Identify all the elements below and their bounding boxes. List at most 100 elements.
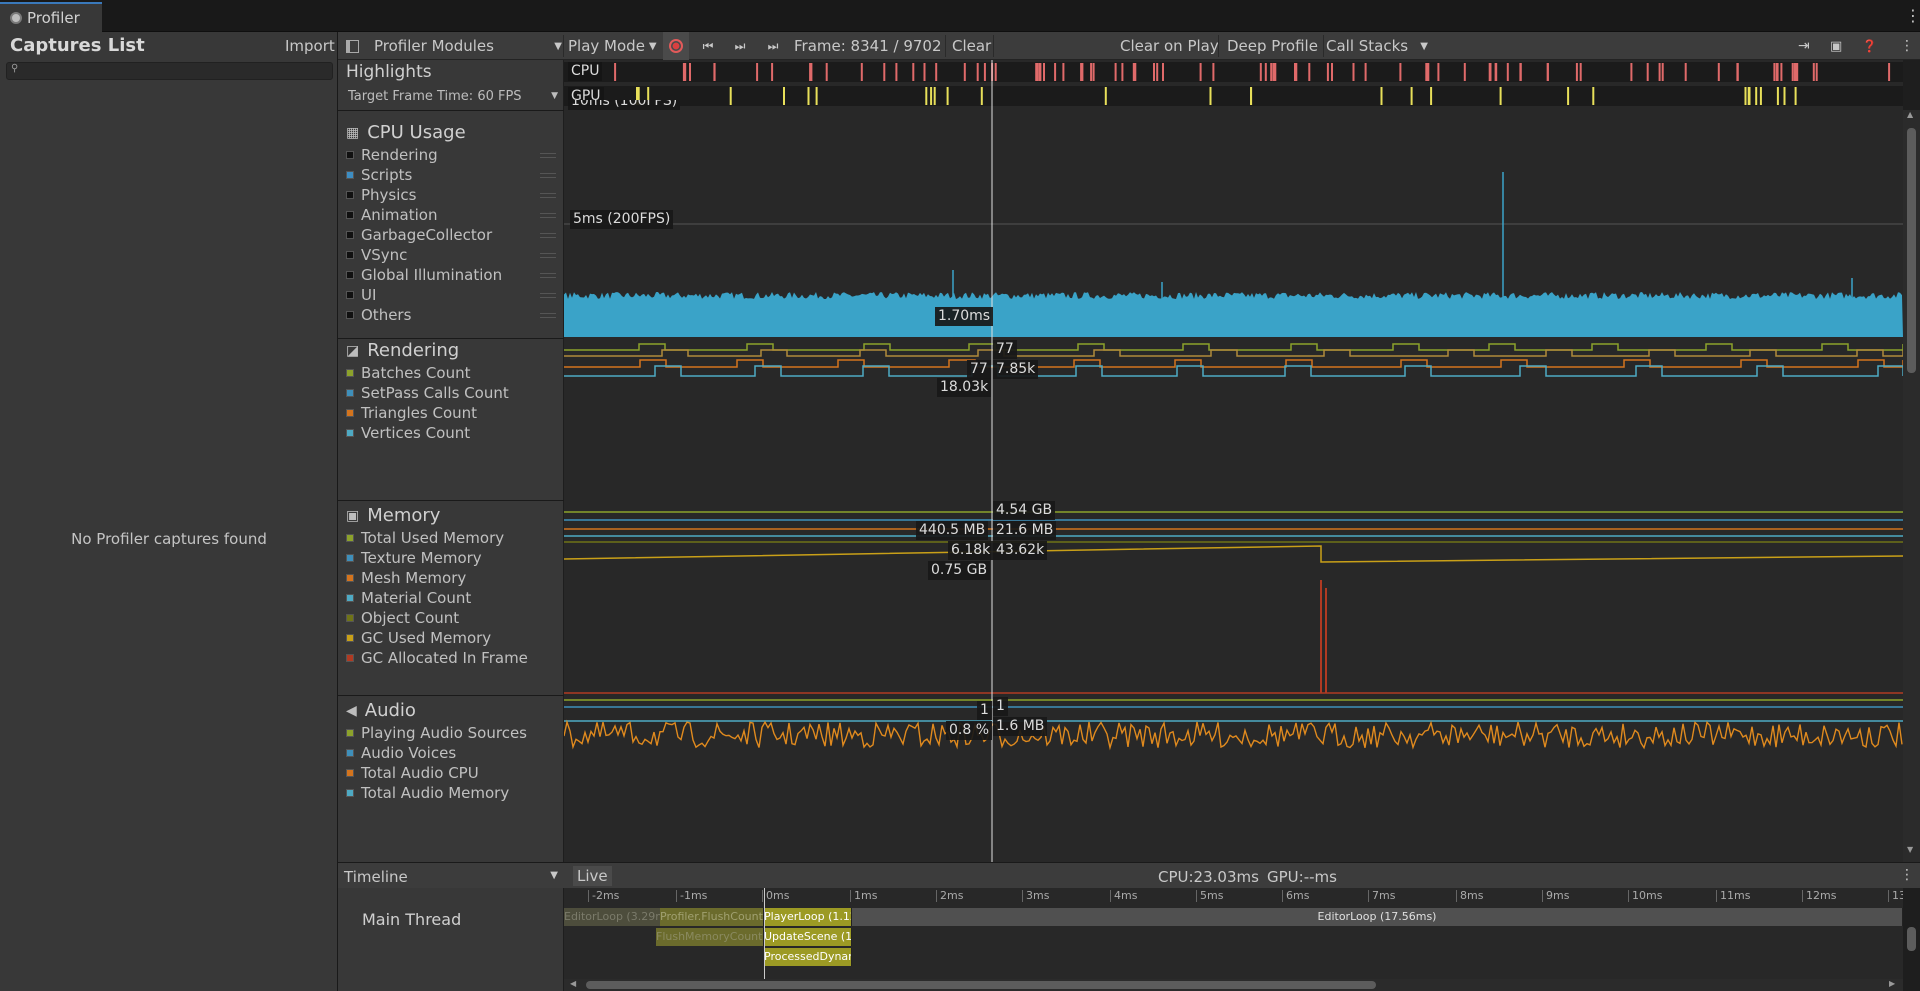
timeline-tick: 6ms — [1282, 890, 1309, 902]
main-thread-label[interactable]: Main Thread — [362, 910, 461, 929]
cpu-highlight-mark — [1815, 63, 1818, 81]
cpu-highlight-mark — [713, 63, 716, 81]
load-capture-icon[interactable]: ⇥ — [1798, 32, 1810, 60]
gpu-highlight-mark — [729, 87, 732, 105]
cpu-highlight-mark — [1114, 63, 1117, 81]
drag-handle-icon[interactable] — [540, 213, 556, 218]
drag-handle-icon[interactable] — [540, 313, 556, 318]
profiler-chart-area[interactable]: CPU GPU 10ms (100FPS) 5ms (200FPS) 1.70m… — [564, 60, 1903, 862]
legend-item[interactable]: Physics — [346, 185, 416, 205]
profiler-tab[interactable]: Profiler — [0, 2, 102, 32]
legend-item[interactable]: UI — [346, 285, 376, 305]
legend-item[interactable]: Audio Voices — [346, 743, 456, 763]
legend-item[interactable]: Mesh Memory — [346, 568, 466, 588]
scroll-up-arrow[interactable]: ▲ — [1907, 110, 1913, 119]
horizontal-scrollbar-thumb[interactable] — [586, 981, 1376, 989]
legend-item[interactable]: Scripts — [346, 165, 412, 185]
profiler-modules-dropdown[interactable]: Profiler Modules ▼ — [374, 32, 562, 60]
drag-handle-icon[interactable] — [540, 193, 556, 198]
memory-icon: ▣ — [346, 507, 360, 524]
drag-handle-icon[interactable] — [540, 153, 556, 158]
scroll-right-arrow[interactable]: ▶ — [1889, 979, 1895, 988]
record-button[interactable] — [663, 32, 689, 60]
play-mode-dropdown[interactable]: Play Mode ▼ — [568, 32, 658, 60]
cpu-highlight-mark — [1199, 63, 1202, 81]
legend-item[interactable]: GarbageCollector — [346, 225, 492, 245]
legend-item[interactable]: Triangles Count — [346, 403, 477, 423]
timeline-menu-icon[interactable]: ⋮ — [1900, 867, 1914, 883]
drag-handle-icon[interactable] — [540, 293, 556, 298]
legend-item[interactable]: Vertices Count — [346, 423, 470, 443]
call-stacks-dropdown[interactable]: Call Stacks ▼ — [1326, 32, 1428, 60]
drag-handle-icon[interactable] — [540, 233, 556, 238]
vertical-scrollbar[interactable]: ▲ ▼ — [1903, 110, 1920, 862]
window-menu-icon[interactable]: ⋮ — [1900, 32, 1914, 60]
horizontal-scrollbar[interactable]: ◀ ▶ — [564, 979, 1903, 991]
legend-item[interactable]: Object Count — [346, 608, 459, 628]
current-frame-button[interactable]: ⏭ — [762, 32, 784, 60]
cpu-track-label: CPU — [568, 62, 603, 81]
scroll-down-arrow[interactable]: ▼ — [1907, 845, 1913, 854]
timeline-sample-bar[interactable]: EditorLoop (3.29ms) — [564, 908, 664, 926]
drag-handle-icon[interactable] — [540, 173, 556, 178]
sidebar-toggle-icon[interactable] — [346, 32, 360, 60]
memory-texture-label: 440.5 MB — [916, 521, 989, 540]
timeline-sample-bar[interactable]: PlayerLoop (1.12ms) — [764, 908, 852, 926]
legend-item[interactable]: Texture Memory — [346, 548, 482, 568]
drag-handle-icon[interactable] — [540, 273, 556, 278]
scroll-left-arrow[interactable]: ◀ — [570, 979, 576, 988]
view-mode-dropdown[interactable]: Timeline ▼ — [344, 868, 558, 886]
legend-item[interactable]: SetPass Calls Count — [346, 383, 509, 403]
audio-memory-label: 1.6 MB — [993, 717, 1048, 736]
target-frame-dropdown[interactable]: Target Frame Time: 60 FPS ▼ — [348, 89, 558, 104]
legend-label: Others — [361, 306, 412, 324]
module-header-0[interactable]: ▦ CPU Usage — [346, 122, 466, 143]
module-header-1[interactable]: ◪ Rendering — [346, 340, 459, 361]
timeline-sample-bar[interactable]: EditorLoop (17.56ms) — [852, 908, 1903, 926]
timeline-tick: 4ms — [1110, 890, 1137, 902]
legend-label: Batches Count — [361, 364, 471, 382]
play-mode-label: Play Mode — [568, 37, 645, 55]
timeline-sample-bar[interactable]: FlushMemoryCounters — [656, 928, 764, 946]
more-menu-icon[interactable]: ⋮ — [1905, 6, 1920, 25]
cpu-highlight-mark — [912, 63, 915, 81]
timeline-sample-bar[interactable]: ProcessedDynan — [764, 948, 852, 966]
legend-item[interactable]: GC Used Memory — [346, 628, 491, 648]
legend-item[interactable]: Others — [346, 305, 411, 325]
next-frame-button[interactable]: ⏭ — [730, 32, 750, 60]
legend-item[interactable]: Rendering — [346, 145, 438, 165]
legend-swatch — [346, 311, 354, 319]
cpu-highlight-mark — [689, 63, 691, 81]
legend-item[interactable]: Total Audio CPU — [346, 763, 479, 783]
live-toggle[interactable]: Live — [573, 866, 612, 886]
module-header-3[interactable]: ◀ Audio — [346, 700, 416, 721]
legend-item[interactable]: GC Allocated In Frame — [346, 648, 528, 668]
help-icon[interactable]: ❓ — [1862, 32, 1877, 60]
timeline-area[interactable]: -2ms -1ms 0ms 1ms 2ms 3ms 4ms 5ms 6ms 7ms 8ms 9ms 10… — [564, 888, 1903, 979]
timeline-vscroll-thumb[interactable] — [1907, 927, 1916, 951]
legend-item[interactable]: Animation — [346, 205, 437, 225]
gpu-highlight-mark — [1209, 87, 1212, 105]
import-button[interactable]: Import — [285, 37, 335, 55]
deep-profile-button[interactable]: Deep Profile — [1227, 32, 1318, 60]
legend-item[interactable]: Global Illumination — [346, 265, 502, 285]
clear-on-play-button[interactable]: Clear on Play — [1120, 32, 1219, 60]
clear-button[interactable]: Clear — [952, 32, 991, 60]
timeline-sample-bar[interactable]: UpdateScene (1.12ms) — [764, 928, 852, 946]
module-header-2[interactable]: ▣ Memory — [346, 505, 440, 526]
timeline-sample-bar[interactable]: Profiler.FlushCounters (1. — [660, 908, 764, 926]
legend-swatch — [346, 789, 354, 797]
legend-item[interactable]: Total Used Memory — [346, 528, 504, 548]
captures-search-input[interactable]: ⚲ — [6, 62, 333, 80]
gpu-highlight-mark — [1380, 87, 1383, 105]
legend-item[interactable]: Batches Count — [346, 363, 470, 383]
drag-handle-icon[interactable] — [540, 253, 556, 258]
previous-frame-button[interactable]: ⏮ — [698, 32, 718, 60]
legend-item[interactable]: Playing Audio Sources — [346, 723, 527, 743]
legend-item[interactable]: VSync — [346, 245, 407, 265]
legend-item[interactable]: Material Count — [346, 588, 471, 608]
vertical-scrollbar-thumb[interactable] — [1907, 128, 1916, 373]
cpu-highlight-mark — [1054, 63, 1057, 81]
save-icon[interactable]: ▣ — [1830, 32, 1842, 60]
legend-item[interactable]: Total Audio Memory — [346, 783, 509, 803]
